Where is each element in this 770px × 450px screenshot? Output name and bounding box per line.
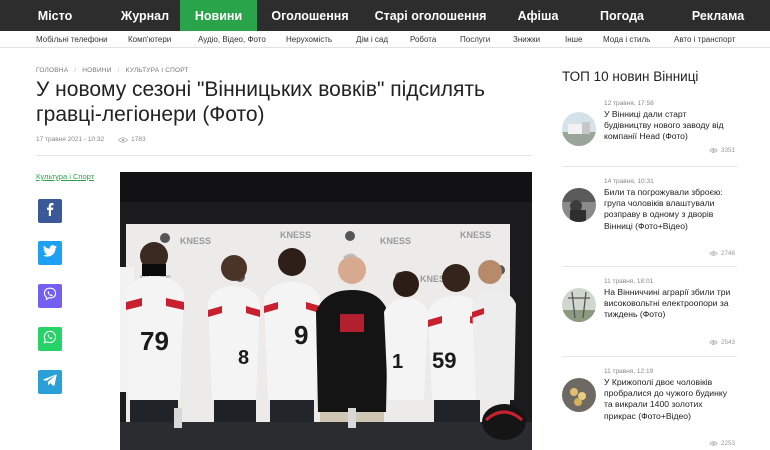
eye-icon [118, 136, 129, 143]
news-thumbnail[interactable] [562, 288, 596, 322]
jersey-number: 59 [432, 348, 456, 373]
jersey-number: 1 [392, 351, 403, 373]
article-date: 17 травня 2021 - 10:32 [36, 136, 105, 143]
article-meta: 17 травня 2021 - 10:32 1783 [36, 136, 146, 143]
backdrop-brand-text: KNESS [180, 236, 211, 246]
news-date: 14 травня, 10:31 [604, 178, 654, 185]
eye-icon [709, 148, 718, 153]
news-date: 11 травня, 12:19 [604, 368, 654, 375]
share-whatsapp-button[interactable] [38, 327, 62, 351]
subnav-item-services[interactable]: Послуги [460, 31, 490, 48]
subnav-item-mobile[interactable]: Мобільні телефони [36, 31, 108, 48]
news-views: 3351 [709, 147, 735, 154]
subnav-item-computers[interactable]: Комп'ютери [128, 31, 171, 48]
subnav-item-other[interactable]: Інше [565, 31, 583, 48]
news-headline[interactable]: Били та погрожували зброєю: група чолові… [604, 187, 736, 232]
share-telegram-button[interactable] [38, 370, 62, 394]
news-views-count: 3351 [720, 147, 735, 154]
breadcrumb-home[interactable]: ГОЛОВНА [36, 67, 68, 74]
nav-item-zhurnal[interactable]: Журнал [110, 0, 180, 31]
sidebar-divider [562, 356, 737, 357]
breadcrumb-separator: / [117, 67, 120, 74]
article-views: 1783 [131, 136, 146, 143]
backdrop-brand-text: KNESS [380, 236, 411, 246]
subnav-item-discounts[interactable]: Знижки [513, 31, 540, 48]
breadcrumb: ГОЛОВНА / НОВИНИ / КУЛЬТУРА І СПОРТ [36, 67, 193, 74]
news-thumbnail[interactable] [562, 188, 596, 222]
news-headline[interactable]: У Крижополі двоє чоловіків пробралися до… [604, 377, 736, 422]
news-thumbnail[interactable] [562, 378, 596, 412]
jersey-number: 9 [294, 320, 308, 350]
news-date: 12 травня, 17:58 [604, 100, 654, 107]
category-subnav: Мобільні телефони Комп'ютери Аудіо, Віде… [0, 31, 770, 48]
team-photo-illustration: KNESS KNESS KNESS KNESS KNESS KNESS KNES… [120, 172, 532, 450]
news-views-count: 2253 [720, 440, 735, 447]
eye-icon [709, 441, 718, 446]
jersey-number: 79 [140, 326, 169, 356]
nav-item-afisha[interactable]: Афіша [498, 0, 578, 31]
nav-item-misto[interactable]: Місто [0, 0, 110, 31]
share-twitter-button[interactable] [38, 241, 62, 265]
subnav-item-audio-video[interactable]: Аудіо, Відео, Фото [198, 31, 266, 48]
news-thumbnail[interactable] [562, 112, 596, 146]
breadcrumb-culture-sport[interactable]: КУЛЬТУРА І СПОРТ [126, 67, 189, 74]
share-facebook-button[interactable] [38, 199, 62, 223]
breadcrumb-news[interactable]: НОВИНИ [82, 67, 111, 74]
share-viber-button[interactable] [38, 284, 62, 308]
article-photo: KNESS KNESS KNESS KNESS KNESS KNESS KNES… [120, 172, 532, 450]
sidebar-title: ТОП 10 новин Вінниці [562, 69, 699, 84]
jersey-number: 8 [238, 347, 249, 369]
sidebar-divider [562, 166, 737, 167]
nav-item-pogoda[interactable]: Погода [578, 0, 666, 31]
news-views-count: 2746 [720, 250, 735, 257]
subnav-item-realty[interactable]: Нерухомість [286, 31, 332, 48]
eye-icon [709, 340, 718, 345]
subnav-item-auto[interactable]: Авто і транспорт [674, 31, 735, 48]
nav-item-ogoloshennia[interactable]: Оголошення [257, 0, 363, 31]
article-title: У новому сезоні "Вінницьких вовків" підс… [36, 78, 485, 126]
nav-item-stari-ogoloshennia[interactable]: Старі оголошення [363, 0, 498, 31]
twitter-icon [43, 244, 57, 262]
news-headline[interactable]: На Вінниччині аграрії збили три високово… [604, 287, 736, 321]
news-views: 2253 [709, 440, 735, 447]
category-link[interactable]: Культура і Спорт [36, 172, 94, 181]
news-views: 2543 [709, 339, 735, 346]
breadcrumb-separator: / [74, 67, 77, 74]
main-navigation: Місто Журнал Новини Оголошення Старі ого… [0, 0, 770, 31]
viber-icon [43, 287, 57, 306]
news-date: 11 травня, 18:01 [604, 278, 654, 285]
whatsapp-icon [43, 330, 57, 349]
nav-item-reklama[interactable]: Реклама [666, 0, 770, 31]
telegram-icon [42, 373, 57, 391]
backdrop-brand-text: KNESS [460, 230, 491, 240]
article-divider [36, 155, 532, 156]
subnav-item-jobs[interactable]: Робота [410, 31, 436, 48]
sidebar-divider [562, 266, 737, 267]
nav-item-novyny[interactable]: Новини [180, 0, 257, 31]
news-views: 2746 [709, 250, 735, 257]
news-headline[interactable]: У Вінниці дали старт будівництву нового … [604, 109, 736, 143]
backdrop-brand-text: KNESS [280, 230, 311, 240]
news-views-count: 2543 [720, 339, 735, 346]
facebook-icon [43, 202, 57, 221]
eye-icon [709, 251, 718, 256]
subnav-item-home-garden[interactable]: Дім і сад [356, 31, 388, 48]
subnav-item-fashion[interactable]: Мода і стиль [603, 31, 650, 48]
